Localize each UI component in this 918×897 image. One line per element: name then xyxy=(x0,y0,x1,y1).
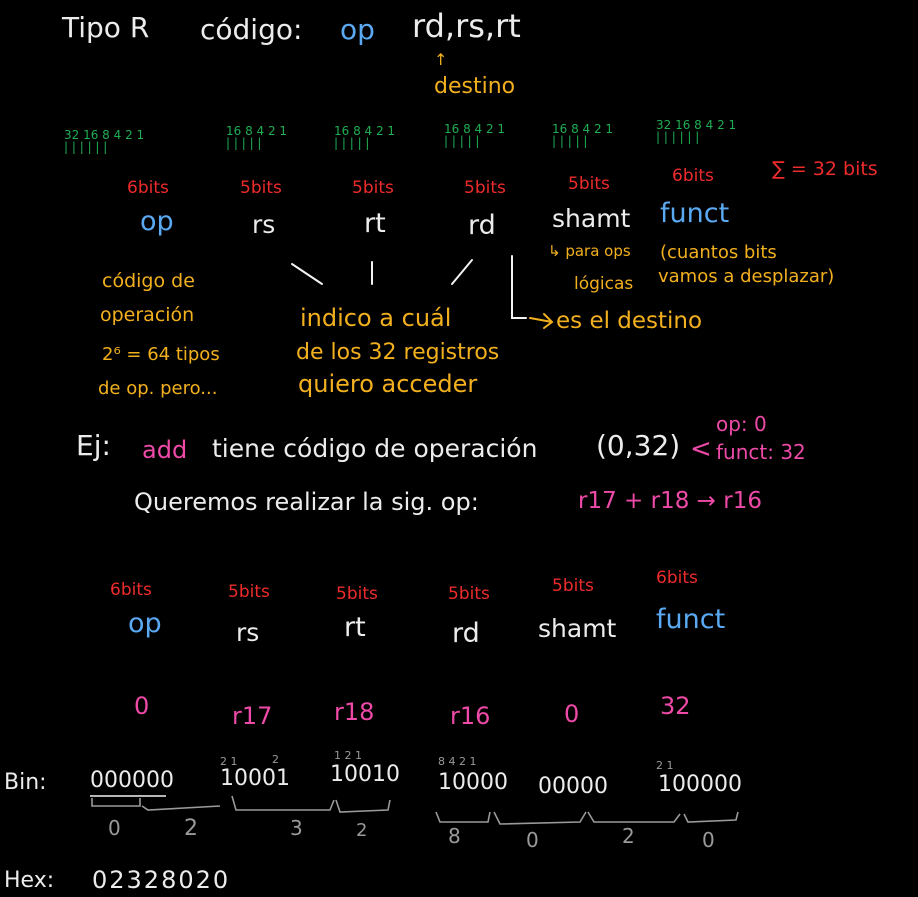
whiteboard-canvas: Tipo R código: op rd,rs,rt ↑ destino 32 … xyxy=(0,0,918,897)
ink-strokes xyxy=(90,255,739,825)
rd-pointer-stroke xyxy=(451,259,473,285)
nibble-brace xyxy=(493,811,587,825)
nibble-brace xyxy=(91,798,141,807)
nibble-brace xyxy=(683,811,739,823)
rd-destino-arrow-icon xyxy=(529,313,554,329)
rd-destino-connector xyxy=(511,255,527,319)
nibble-brace xyxy=(231,795,335,811)
nibble-brace xyxy=(435,811,491,823)
nibble-brace xyxy=(335,799,391,813)
nibble-brace xyxy=(587,811,681,823)
nibble-brace xyxy=(141,805,221,811)
rs-pointer-stroke xyxy=(291,263,323,285)
